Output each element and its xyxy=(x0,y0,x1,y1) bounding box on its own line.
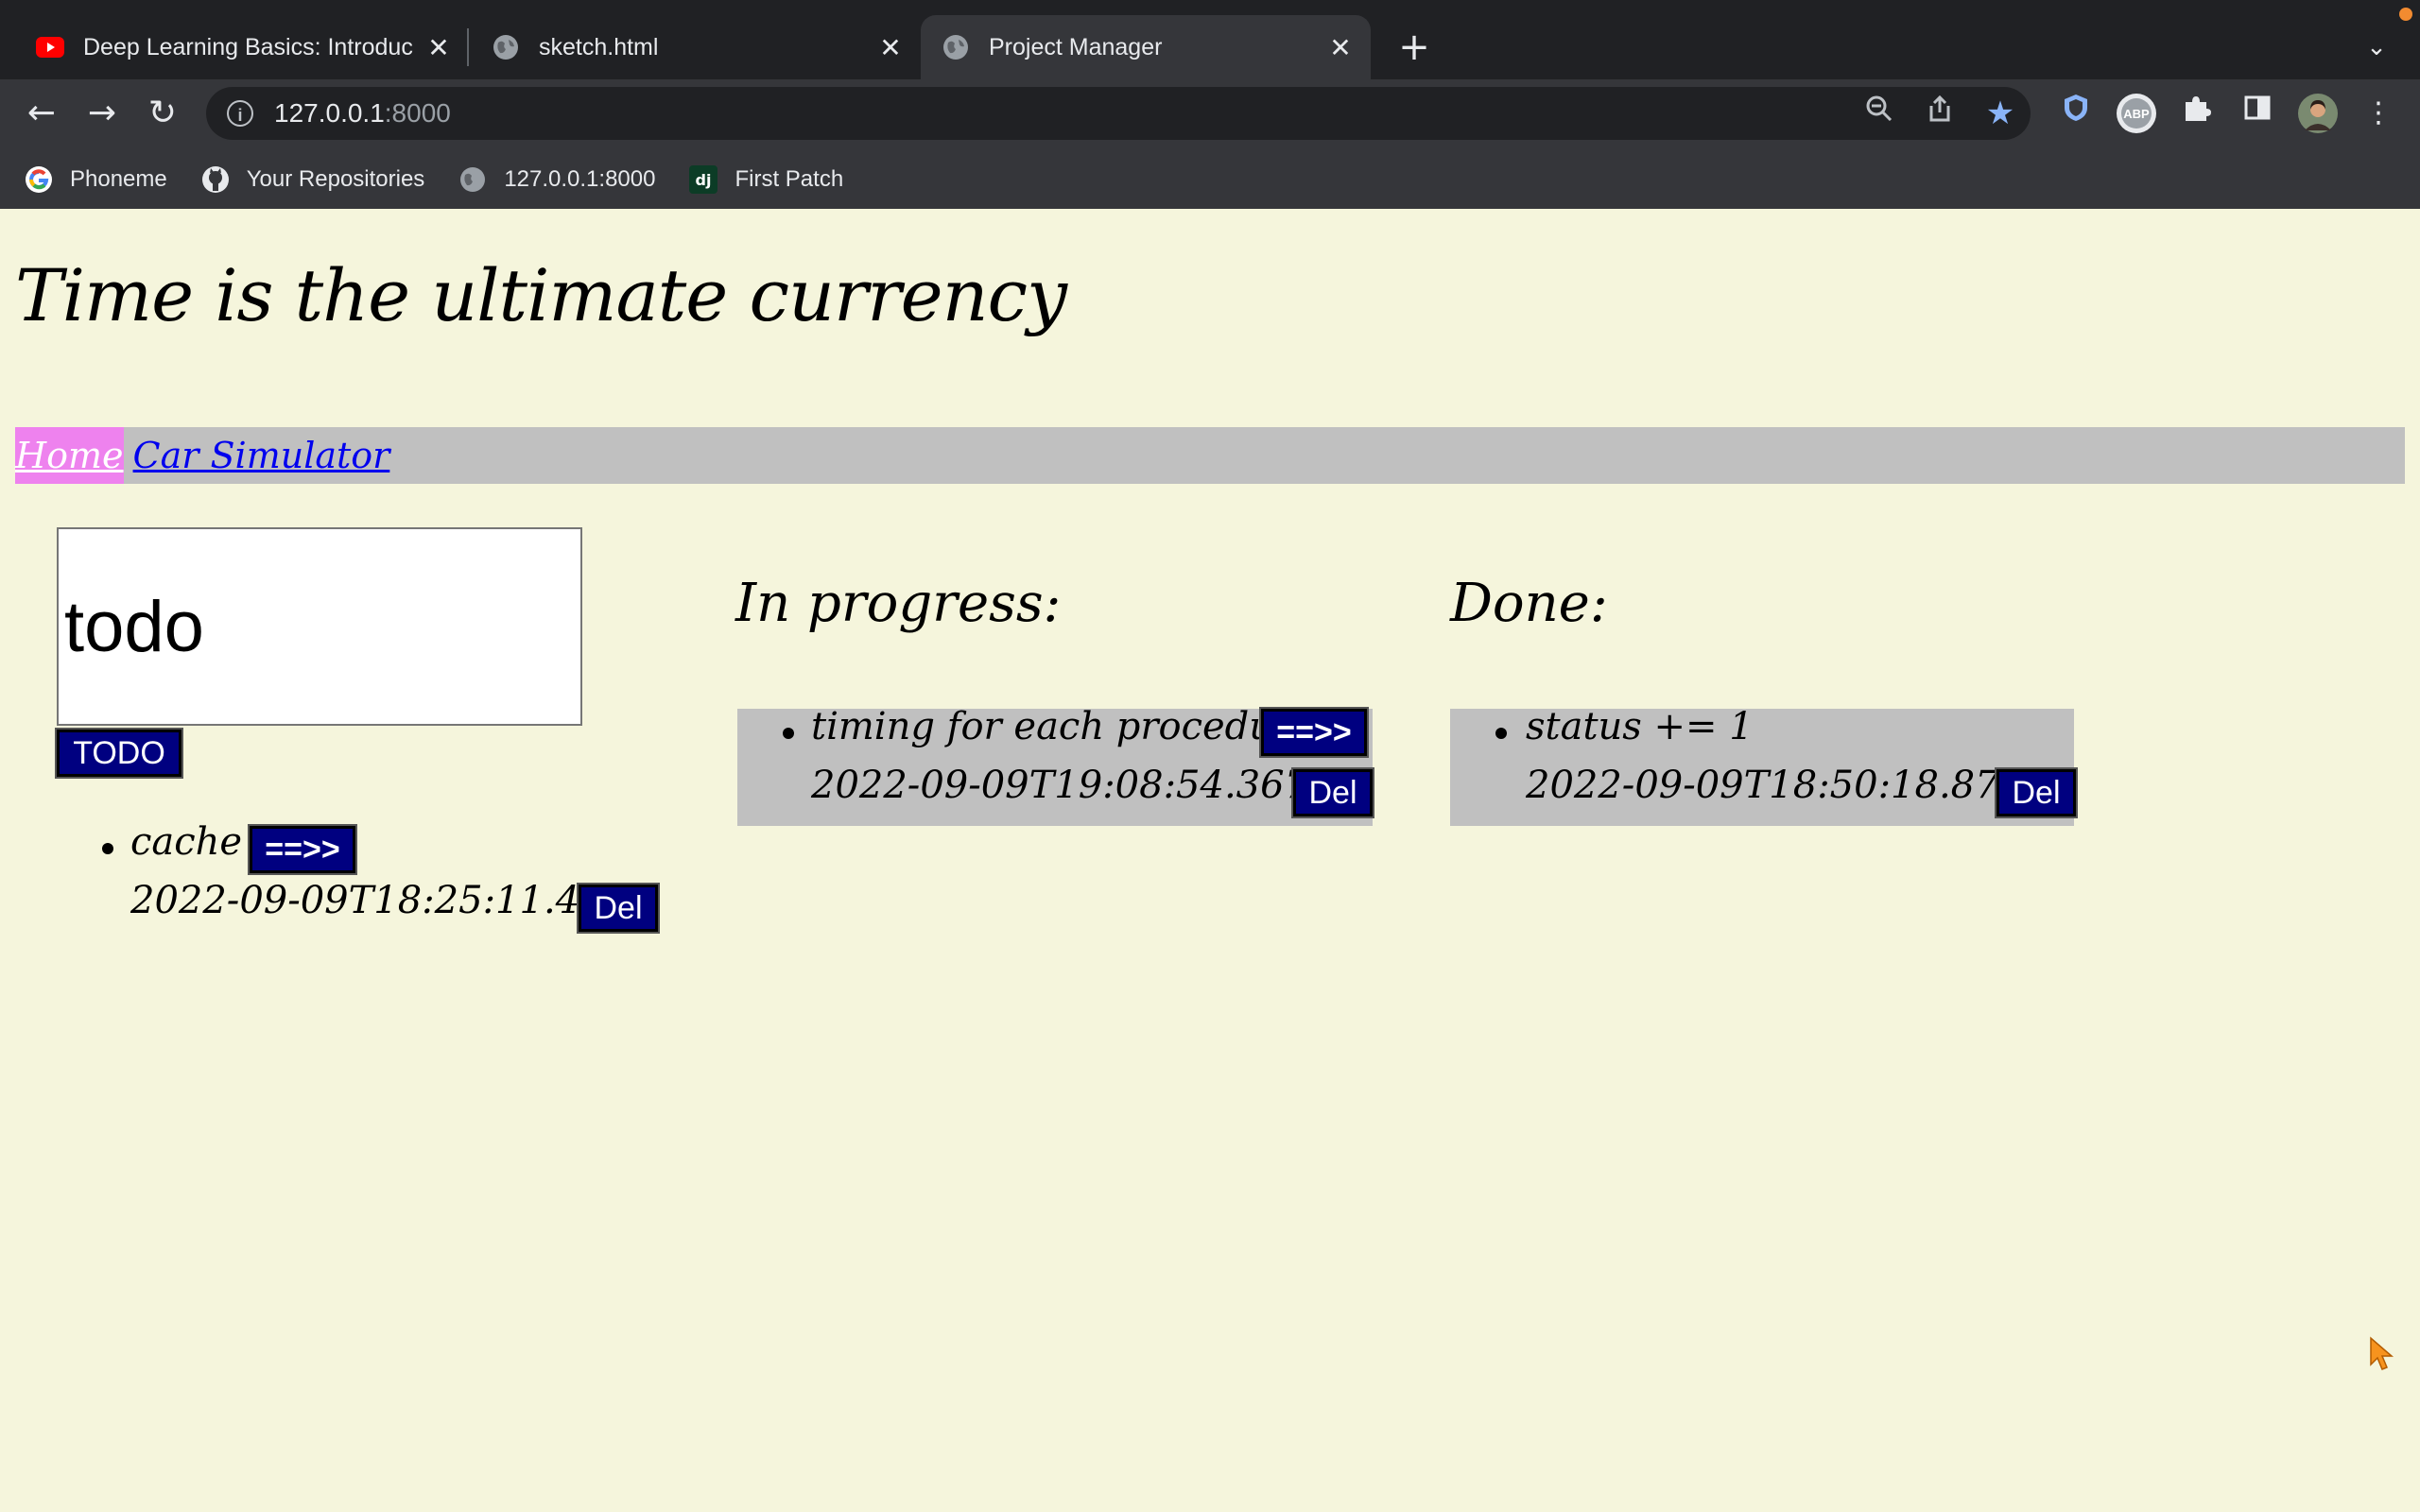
bookmark-star-icon[interactable]: ★ xyxy=(1981,94,2019,132)
globe-icon xyxy=(942,33,970,61)
bookmark-first-patch[interactable]: dj First Patch xyxy=(689,165,843,194)
move-to-in-progress-button[interactable]: ==>> xyxy=(248,824,357,875)
close-tab-icon[interactable]: ✕ xyxy=(1323,30,1357,64)
mouse-pointer-icon xyxy=(2369,1336,2394,1376)
svg-text:ABP: ABP xyxy=(2123,107,2150,121)
kebab-menu-icon[interactable]: ⋮ xyxy=(2358,93,2399,134)
youtube-icon xyxy=(36,33,64,61)
reload-icon[interactable]: ↻ xyxy=(142,93,183,134)
delete-in-progress-button[interactable]: Del xyxy=(1291,767,1374,818)
delete-done-button[interactable]: Del xyxy=(1995,767,2078,818)
svg-text:dj: dj xyxy=(696,171,712,189)
update-indicator-icon xyxy=(2399,8,2412,21)
tab-deep-learning[interactable]: Deep Learning Basics: Introduc ✕ xyxy=(15,15,469,79)
tab-title: sketch.html xyxy=(539,33,659,60)
site-info-icon[interactable]: i xyxy=(227,100,253,127)
profile-avatar[interactable] xyxy=(2297,93,2339,134)
done-heading: Done: xyxy=(1450,573,1608,634)
delete-todo-button[interactable]: Del xyxy=(577,883,660,934)
close-tab-icon[interactable]: ✕ xyxy=(873,30,908,64)
globe-icon xyxy=(458,165,487,194)
in-progress-item-text: timing for each procedure xyxy=(811,705,1314,748)
bookmark-localhost[interactable]: 127.0.0.1:8000 xyxy=(458,165,655,194)
shield-icon[interactable] xyxy=(2055,93,2097,134)
bookmark-label: Your Repositories xyxy=(246,166,425,192)
google-icon xyxy=(25,165,53,194)
new-tab-button[interactable]: + xyxy=(1395,26,1433,68)
list-bullet xyxy=(102,843,113,854)
adblock-plus-icon[interactable]: ABP xyxy=(2116,93,2157,134)
tab-strip: Deep Learning Basics: Introduc ✕ sketch.… xyxy=(0,0,2420,79)
tab-title: Project Manager xyxy=(989,33,1163,60)
tab-project-manager[interactable]: Project Manager ✕ xyxy=(921,15,1371,79)
django-icon: dj xyxy=(689,165,718,194)
add-todo-button[interactable]: TODO xyxy=(55,728,183,779)
zoom-icon[interactable] xyxy=(1860,94,1898,132)
close-tab-icon[interactable]: ✕ xyxy=(422,30,456,64)
bookmark-label: First Patch xyxy=(735,166,844,192)
nav-link-home[interactable]: Home xyxy=(15,427,124,484)
site-nav: Home Car Simulator xyxy=(15,427,2405,484)
tab-divider xyxy=(467,28,469,66)
tab-title: Deep Learning Basics: Introduc xyxy=(83,33,413,60)
move-to-done-button[interactable]: ==>> xyxy=(1259,707,1369,758)
todo-item-text: cache xyxy=(130,820,243,864)
address-bar[interactable]: i 127.0.0.1:8000 xyxy=(206,87,2031,140)
list-bullet xyxy=(783,728,794,739)
back-arrow-icon[interactable]: ← xyxy=(21,93,62,134)
tab-sketch[interactable]: sketch.html ✕ xyxy=(471,15,921,79)
globe-icon xyxy=(492,33,520,61)
share-icon[interactable] xyxy=(1921,94,1959,132)
bookmarks-bar: Phoneme Your Repositories 127.0.0.1:8000… xyxy=(0,151,2420,208)
nav-link-car-simulator[interactable]: Car Simulator xyxy=(133,427,390,484)
list-bullet xyxy=(1495,728,1507,739)
tab-search-chevron-icon[interactable]: ⌄ xyxy=(2358,28,2395,66)
bookmark-label: 127.0.0.1:8000 xyxy=(504,166,656,192)
page-title: Time is the ultimate currency xyxy=(15,253,1067,337)
puzzle-extensions-icon[interactable] xyxy=(2176,93,2218,134)
todo-item-timestamp: 2022-09-09T18:25:11.481Z xyxy=(130,879,654,922)
url-host: 127.0.0.1 xyxy=(274,98,385,128)
done-item-text: status += 1 xyxy=(1526,705,1754,748)
side-panel-icon[interactable] xyxy=(2237,93,2278,134)
browser-chrome: Deep Learning Basics: Introduc ✕ sketch.… xyxy=(0,0,2420,209)
url-port: :8000 xyxy=(384,98,451,128)
forward-arrow-icon[interactable]: → xyxy=(81,93,123,134)
in-progress-item-timestamp: 2022-09-09T19:08:54.367Z xyxy=(811,764,1335,807)
bookmark-label: Phoneme xyxy=(70,166,167,192)
done-item-timestamp: 2022-09-09T18:50:18.870Z xyxy=(1526,764,2049,807)
bookmark-your-repositories[interactable]: Your Repositories xyxy=(201,165,425,194)
bookmark-phoneme[interactable]: Phoneme xyxy=(25,165,167,194)
todo-input[interactable]: todo xyxy=(57,527,582,726)
in-progress-heading: In progress: xyxy=(735,573,1062,634)
github-icon xyxy=(201,165,230,194)
